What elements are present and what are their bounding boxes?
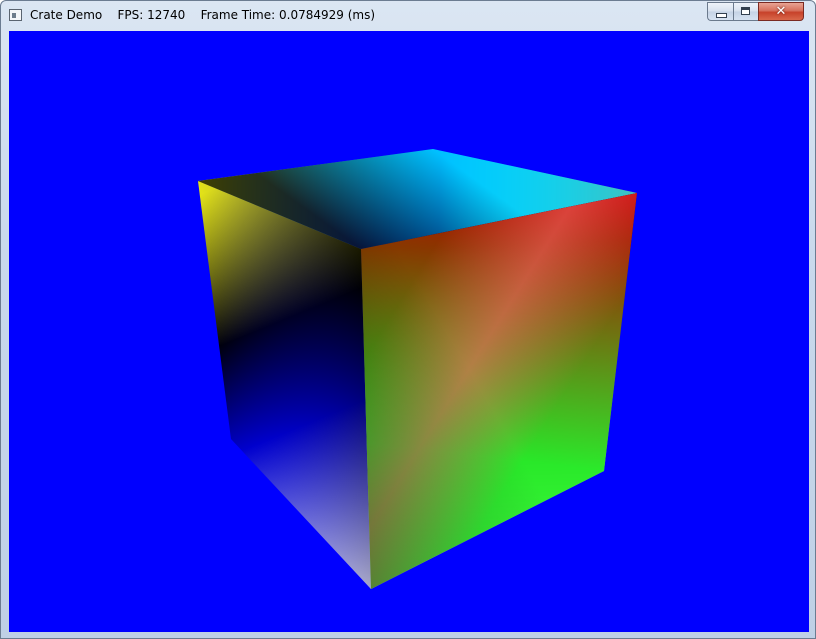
cube-front-face-darken [361,193,637,589]
app-title: Crate Demo [30,8,103,22]
app-window-icon[interactable] [9,9,22,21]
close-icon: ✕ [775,4,787,19]
app-window-icon-glyph [12,13,16,18]
maximize-icon [741,7,750,15]
render-viewport[interactable] [9,31,809,632]
window-controls: ✕ [707,2,804,21]
title-separator [102,8,117,22]
fps-readout: FPS: 12740 [117,8,186,22]
maximize-button[interactable] [733,2,758,21]
minimize-icon [716,13,727,18]
close-button[interactable]: ✕ [758,2,804,21]
app-window: Crate Demo FPS: 12740 Frame Time: 0.0784… [0,0,816,639]
window-title: Crate Demo FPS: 12740 Frame Time: 0.0784… [30,8,375,23]
title-separator-2 [185,8,200,22]
frame-time-readout: Frame Time: 0.0784929 (ms) [200,8,376,22]
minimize-button[interactable] [707,2,733,21]
title-bar[interactable]: Crate Demo FPS: 12740 Frame Time: 0.0784… [1,1,815,30]
cube-render [198,149,637,589]
